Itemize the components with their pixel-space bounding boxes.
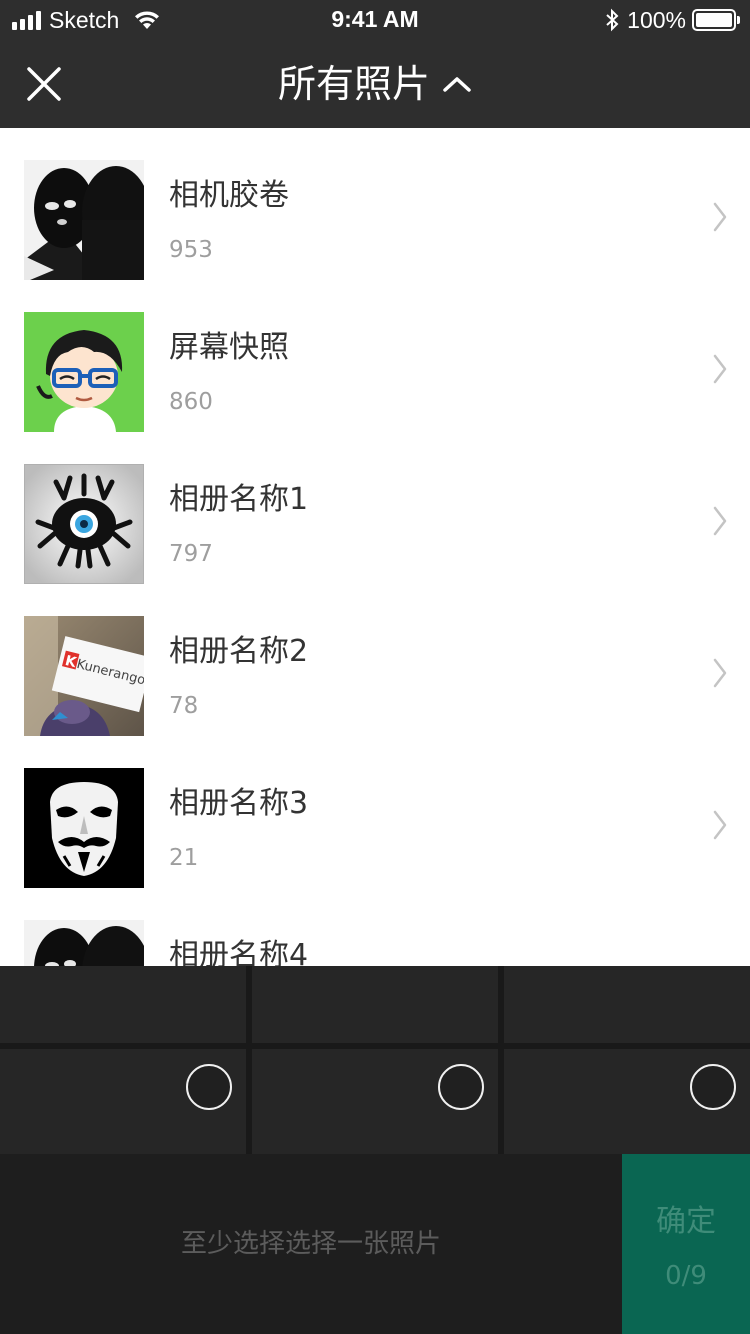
photo-cell[interactable] [252,1049,498,1154]
photo-grid [0,966,750,1154]
battery-percent: 100% [627,6,686,33]
album-name: 相册名称3 [169,786,309,821]
photo-cell[interactable] [0,966,246,1043]
bluetooth-icon [606,8,619,32]
album-thumbnail [24,464,144,584]
photo-cell[interactable] [0,1049,246,1154]
chevron-up-icon [443,77,471,92]
album-row[interactable]: 相册名称4 [0,888,750,966]
album-picker-toggle[interactable]: 所有照片 [0,60,750,108]
nav-bar: 所有照片 [0,40,750,128]
album-thumbnail [24,768,144,888]
photo-cell[interactable] [504,1049,750,1154]
chevron-right-icon [713,810,727,840]
album-row[interactable]: 相册名称3 21 [0,736,750,888]
album-row[interactable]: 屏幕快照 860 [0,280,750,432]
album-count: 860 [169,389,213,415]
album-thumbnail: K Kunerango [24,616,144,736]
status-bar: Sketch 9:41 AM 100% [0,0,750,40]
album-count: 797 [169,541,213,567]
album-thumbnail [24,312,144,432]
selected-count: 0/9 [665,1261,707,1291]
album-name: 相册名称2 [169,634,309,669]
photo-cell[interactable] [504,966,750,1043]
confirm-button[interactable]: 确定 0/9 [622,1154,750,1334]
album-count: 953 [169,237,213,263]
select-circle[interactable] [186,1064,232,1110]
album-count: 78 [169,693,199,719]
album-list[interactable]: 相机胶卷 953 屏幕快照 860 相册名称1 797 K Kunerango … [0,128,750,966]
battery-level-fill [696,13,732,27]
album-name: 相册名称1 [169,482,309,517]
page-title: 所有照片 [277,62,430,106]
battery-icon [692,9,740,31]
album-row[interactable]: K Kunerango 相册名称2 78 [0,584,750,736]
select-circle[interactable] [690,1064,736,1110]
album-name: 屏幕快照 [169,330,289,365]
album-row[interactable]: 相机胶卷 953 [0,128,750,280]
chevron-right-icon [713,658,727,688]
album-name: 相机胶卷 [169,178,289,213]
album-name: 相册名称4 [169,938,309,966]
selection-hint: 至少选择选择一张照片 [180,1229,441,1259]
chevron-right-icon [713,506,727,536]
bottom-bar: 至少选择选择一张照片 确定 0/9 [0,1154,750,1334]
album-count: 21 [169,845,199,871]
chevron-right-icon [713,354,727,384]
photo-cell[interactable] [252,966,498,1043]
album-thumbnail [24,160,144,280]
select-circle[interactable] [438,1064,484,1110]
album-row[interactable]: 相册名称1 797 [0,432,750,584]
chevron-right-icon [713,202,727,232]
confirm-label: 确定 [656,1204,716,1239]
album-thumbnail [24,920,144,966]
